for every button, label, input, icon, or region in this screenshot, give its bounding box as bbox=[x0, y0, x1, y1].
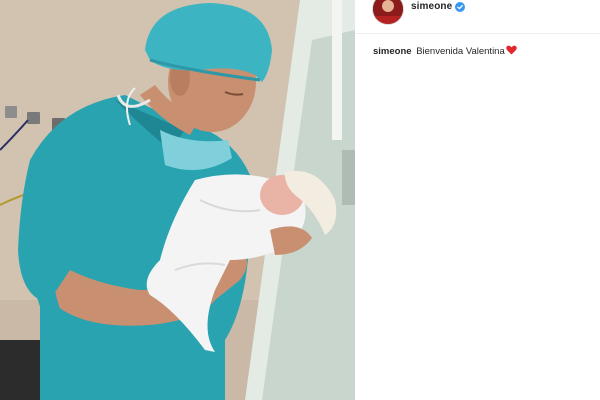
caption-username[interactable]: simeone bbox=[373, 46, 412, 57]
avatar-image bbox=[373, 0, 403, 24]
post-side-panel: simeone simeone Bienvenida Valentina bbox=[355, 0, 600, 400]
post-header: simeone bbox=[355, 0, 600, 34]
red-heart-icon bbox=[505, 45, 517, 55]
caption-text: Bienvenida Valentina bbox=[416, 46, 505, 57]
post-caption: simeone Bienvenida Valentina bbox=[373, 45, 593, 58]
photo-illustration bbox=[0, 0, 355, 400]
verified-badge-icon bbox=[455, 2, 465, 12]
avatar[interactable] bbox=[373, 0, 403, 24]
post-photo[interactable] bbox=[0, 0, 355, 400]
header-username[interactable]: simeone bbox=[411, 1, 452, 12]
